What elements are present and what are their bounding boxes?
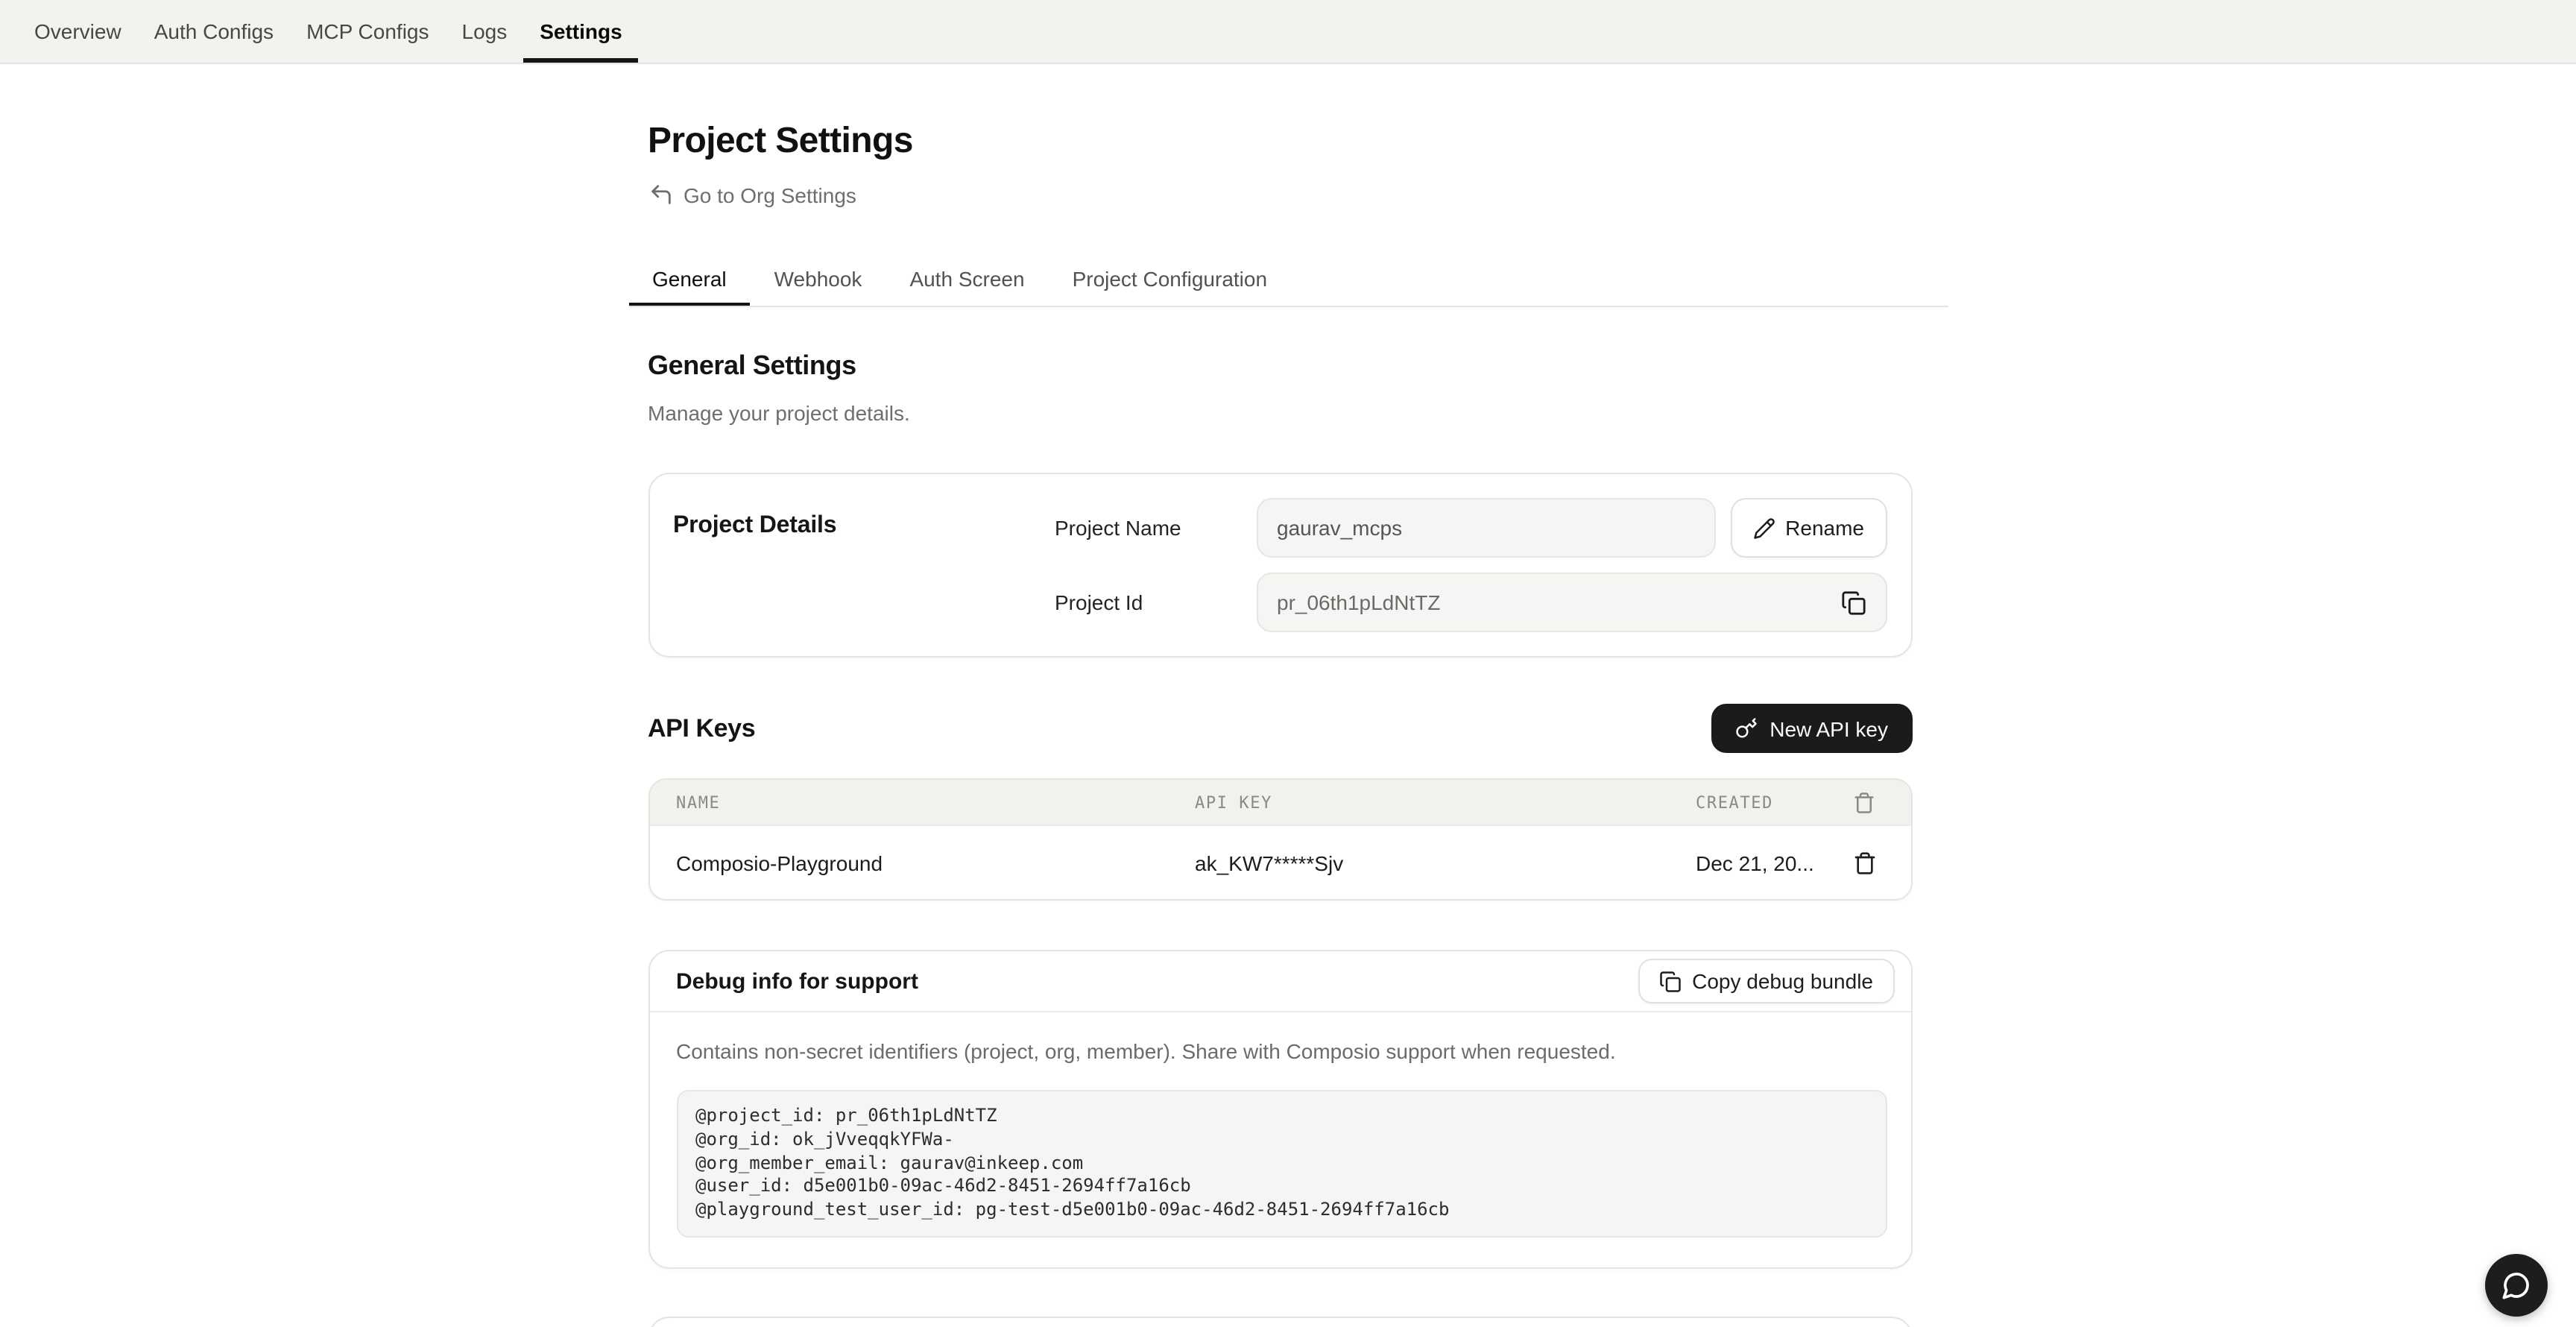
debug-info-card: Debug info for support Copy debug bundle…	[648, 950, 1912, 1269]
project-details-title: Project Details	[673, 498, 836, 632]
column-header-name: NAME	[649, 792, 1168, 812]
page-title: Project Settings	[648, 119, 1948, 164]
project-name-label: Project Name	[1055, 516, 1256, 540]
rename-button[interactable]: Rename	[1730, 498, 1887, 558]
nav-item-settings[interactable]: Settings	[523, 0, 638, 63]
tab-general[interactable]: General	[628, 255, 751, 306]
delete-all-keys-button[interactable]	[1827, 791, 1910, 813]
message-circle-icon	[2501, 1270, 2531, 1300]
nav-item-auth-configs[interactable]: Auth Configs	[138, 0, 290, 63]
support-chat-button[interactable]	[2485, 1254, 2548, 1317]
general-tab-panel: General Settings Manage your project det…	[648, 349, 1912, 1327]
project-id-label: Project Id	[1055, 590, 1256, 614]
copy-icon[interactable]	[1840, 590, 1866, 615]
copy-debug-bundle-label: Copy debug bundle	[1692, 969, 1873, 993]
api-key-created-date: Dec 21, 20...	[1669, 851, 1827, 874]
bundle-line: @user_id: d5e001b0-09ac-46d2-8451-2694ff…	[695, 1176, 1867, 1200]
debug-info-body: Contains non-secret identifiers (project…	[649, 1012, 1910, 1267]
api-keys-heading: API Keys	[648, 713, 755, 743]
project-id-value: pr_06th1pLdNtTZ	[1277, 590, 1440, 614]
debug-bundle-code-block: @project_id: pr_06th1pLdNtTZ@org_id: ok_…	[676, 1090, 1887, 1238]
nav-item-logs[interactable]: Logs	[446, 0, 524, 63]
main-content: Project Settings Go to Org Settings Gene…	[628, 119, 1948, 1327]
app-window: Overview Auth Configs MCP Configs Logs S…	[0, 0, 2576, 1327]
bundle-line: @project_id: pr_06th1pLdNtTZ	[695, 1105, 1867, 1129]
project-details-form: Project Name gaurav_mcps Rename Project	[1055, 498, 1887, 632]
nav-item-mcp-configs[interactable]: MCP Configs	[290, 0, 445, 63]
project-name-input[interactable]: gaurav_mcps	[1256, 498, 1715, 558]
api-keys-table-header: NAME API KEY CREATED	[649, 780, 1910, 825]
general-settings-subheading: Manage your project details.	[648, 401, 1912, 425]
new-api-key-label: New API key	[1770, 716, 1888, 740]
project-id-input: pr_06th1pLdNtTZ	[1256, 573, 1887, 632]
pencil-icon	[1752, 517, 1775, 539]
nav-item-overview[interactable]: Overview	[18, 0, 138, 63]
tab-webhook[interactable]: Webhook	[751, 255, 886, 306]
rename-button-label: Rename	[1785, 516, 1864, 540]
api-keys-header: API Keys New API key	[648, 704, 1912, 753]
api-keys-table: NAME API KEY CREATED Composio-Playground…	[648, 778, 1912, 901]
api-key-masked-value: ak_KW7*****Sjv	[1168, 851, 1669, 874]
corner-up-left-icon	[648, 182, 673, 207]
bundle-line: @org_member_email: gaurav@inkeep.com	[695, 1152, 1867, 1176]
copy-debug-bundle-button[interactable]: Copy debug bundle	[1638, 959, 1894, 1003]
go-to-org-settings-link[interactable]: Go to Org Settings	[648, 182, 856, 207]
debug-info-title: Debug info for support	[676, 968, 918, 994]
trash-icon	[1852, 851, 1876, 874]
delete-key-button[interactable]	[1827, 851, 1910, 874]
trash-icon	[1853, 791, 1875, 813]
debug-info-header: Debug info for support Copy debug bundle	[649, 951, 1910, 1012]
next-section-card-partial	[648, 1317, 1912, 1327]
copy-icon	[1659, 970, 1682, 992]
project-name-row: Project Name gaurav_mcps Rename	[1055, 498, 1887, 558]
project-details-card: Project Details Project Name gaurav_mcps…	[648, 473, 1912, 658]
project-id-row: Project Id pr_06th1pLdNtTZ	[1055, 573, 1887, 632]
column-header-created: CREATED	[1669, 792, 1827, 812]
new-api-key-button[interactable]: New API key	[1711, 704, 1912, 753]
general-settings-heading: General Settings	[648, 349, 1912, 382]
debug-info-description: Contains non-secret identifiers (project…	[676, 1039, 1887, 1063]
key-icon	[1735, 717, 1758, 740]
bundle-line: @playground_test_user_id: pg-test-d5e001…	[695, 1199, 1867, 1223]
api-key-name: Composio-Playground	[649, 851, 1168, 874]
top-navigation: Overview Auth Configs MCP Configs Logs S…	[0, 0, 2576, 64]
api-key-table-row: Composio-Playground ak_KW7*****Sjv Dec 2…	[649, 825, 1910, 899]
tab-auth-screen[interactable]: Auth Screen	[886, 255, 1048, 306]
bundle-line: @org_id: ok_jVveqqkYFWa-	[695, 1129, 1867, 1153]
settings-tabs: General Webhook Auth Screen Project Conf…	[628, 255, 1948, 307]
go-to-org-settings-label: Go to Org Settings	[684, 183, 856, 207]
tab-project-configuration[interactable]: Project Configuration	[1049, 255, 1292, 306]
column-header-api-key: API KEY	[1168, 792, 1669, 812]
project-name-value: gaurav_mcps	[1277, 516, 1402, 540]
